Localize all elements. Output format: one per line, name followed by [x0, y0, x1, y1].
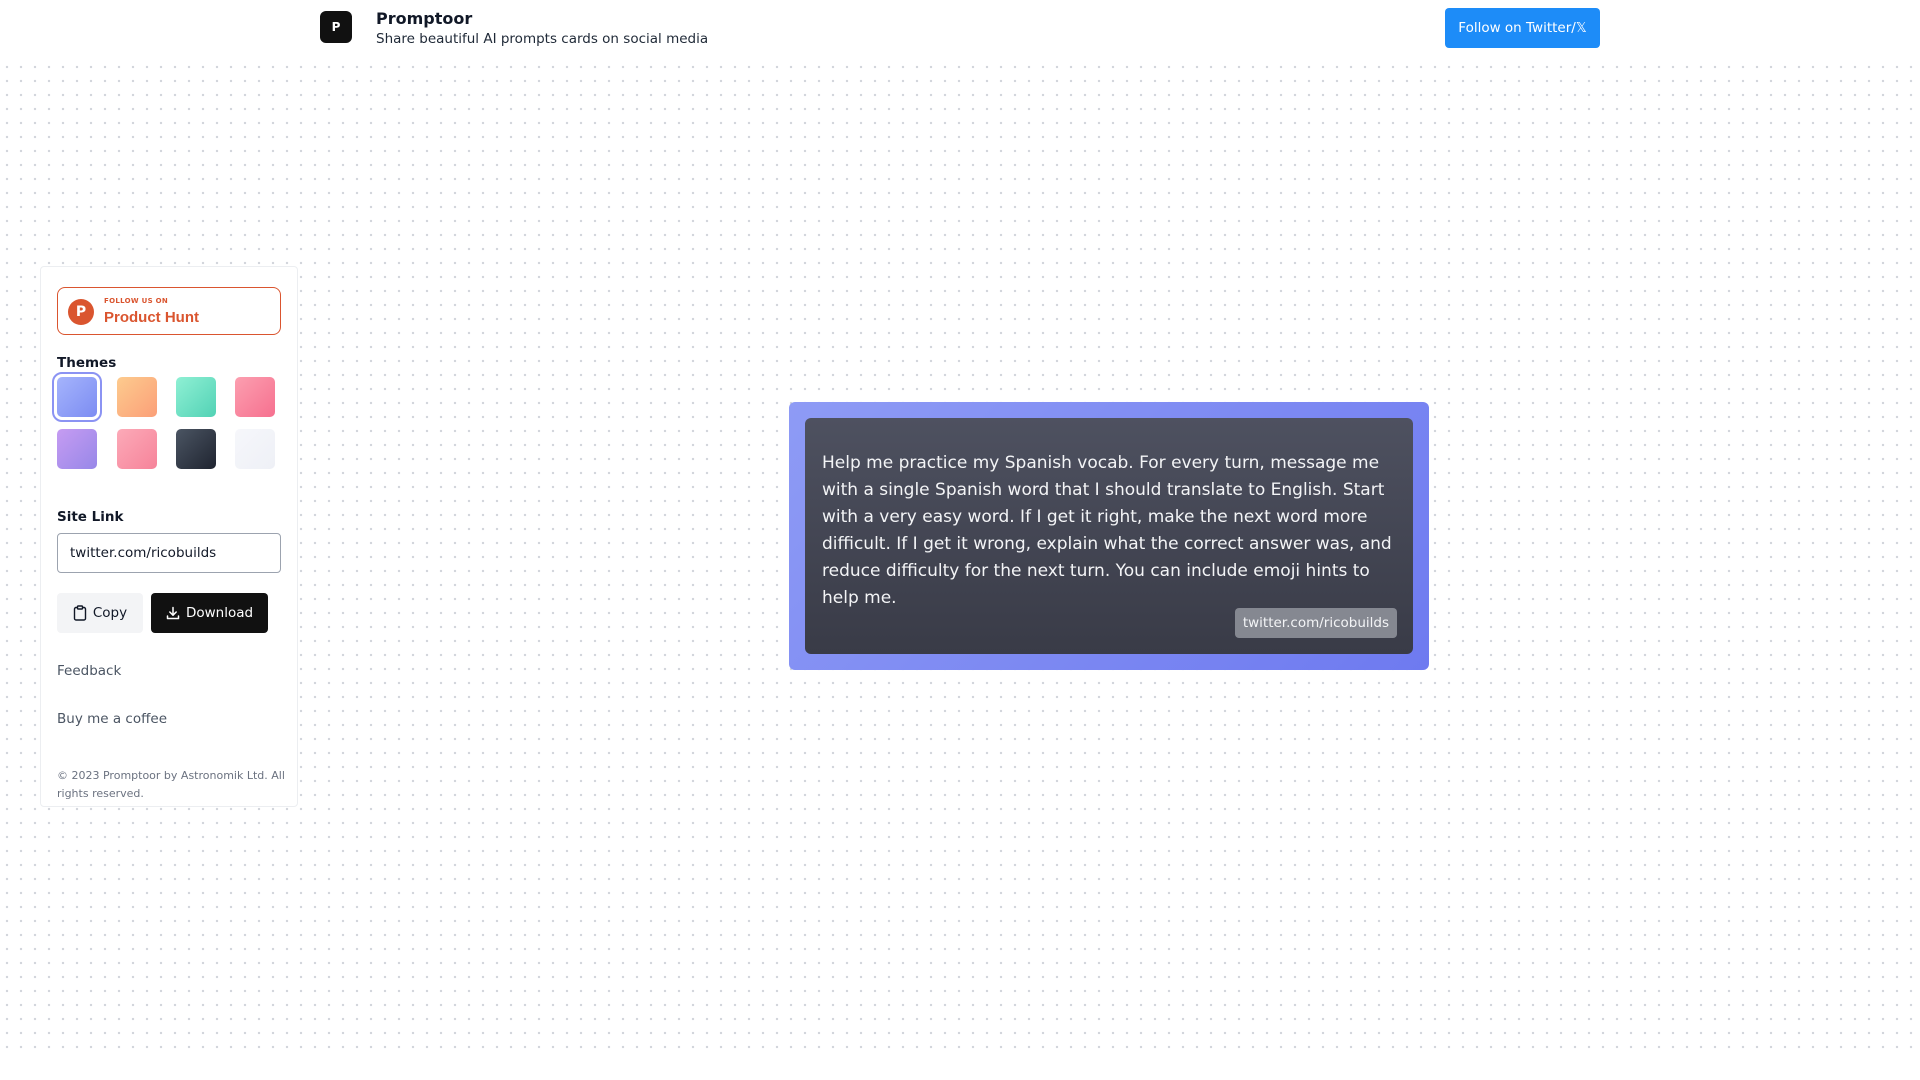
clipboard-icon [73, 605, 87, 621]
theme-swatch-pink[interactable] [235, 377, 275, 417]
product-hunt-badge[interactable]: P FOLLOW US ON Product Hunt [57, 287, 281, 335]
site-link-heading: Site Link [57, 509, 124, 525]
product-hunt-letter: P [75, 304, 87, 320]
copyright-text: © 2023 Promptoor by Astronomik Ltd. All … [57, 769, 285, 800]
site-link-input[interactable] [57, 533, 281, 573]
app-subtitle: Share beautiful AI prompts cards on soci… [376, 31, 709, 47]
product-hunt-caption: FOLLOW US ON [104, 297, 169, 305]
app-title: Promptoor [376, 9, 473, 28]
theme-swatch-dark[interactable] [176, 429, 216, 469]
theme-swatch-purple[interactable] [57, 429, 97, 469]
theme-swatch-indigo[interactable] [52, 372, 102, 422]
download-icon [166, 606, 180, 620]
product-hunt-icon: P [68, 299, 94, 325]
theme-swatch-light[interactable] [235, 429, 275, 469]
theme-swatch-rose[interactable] [117, 429, 157, 469]
settings-sidebar: P FOLLOW US ON Product Hunt Themes Site … [40, 266, 298, 807]
copy-button[interactable]: Copy [57, 593, 143, 633]
card-site-link: twitter.com/ricobuilds [1234, 608, 1397, 638]
download-label: Download [185, 605, 254, 621]
themes-heading: Themes [57, 355, 117, 371]
logo-glyph: P [331, 20, 341, 34]
download-button[interactable]: Download [151, 593, 268, 633]
prompt-text: Help me practice my Spanish vocab. For e… [822, 453, 1392, 608]
prompt-card-body: Help me practice my Spanish vocab. For e… [805, 418, 1413, 654]
promptoor-logo[interactable]: P [320, 11, 352, 43]
feedback-link[interactable]: Feedback [57, 663, 121, 679]
prompt-card: Help me practice my Spanish vocab. For e… [789, 402, 1429, 670]
theme-swatch-teal[interactable] [176, 377, 216, 417]
theme-swatch-orange[interactable] [117, 377, 157, 417]
follow-twitter-button[interactable]: Follow on Twitter/𝕏 [1445, 8, 1600, 48]
copy-label: Copy [92, 605, 128, 621]
buy-coffee-link[interactable]: Buy me a coffee [57, 711, 167, 727]
product-hunt-name: Product Hunt [104, 309, 199, 326]
theme-swatch-grid [52, 372, 293, 477]
top-header: P Promptoor Share beautiful AI prompts c… [0, 0, 1920, 58]
